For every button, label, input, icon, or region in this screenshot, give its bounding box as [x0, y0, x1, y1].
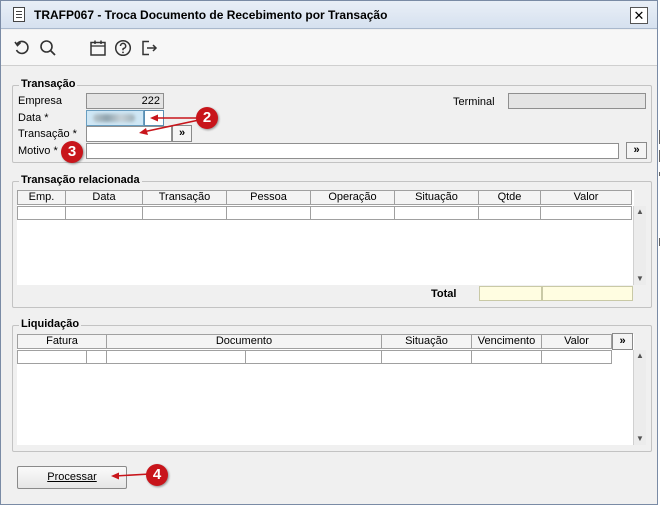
- edge-mark: [659, 238, 660, 246]
- scroll-down-icon[interactable]: ▼: [634, 433, 646, 445]
- motivo-field[interactable]: [86, 143, 619, 159]
- edge-mark: [659, 150, 660, 162]
- table-cell[interactable]: [66, 206, 143, 220]
- table-cell[interactable]: [246, 350, 382, 364]
- col-qtde[interactable]: Qtde: [479, 190, 541, 205]
- help-icon[interactable]: [114, 39, 132, 57]
- window-title: TRAFP067 - Troca Documento de Recebiment…: [34, 8, 388, 22]
- transacao-group-legend: Transação: [19, 78, 78, 90]
- empresa-label: Empresa: [18, 95, 63, 107]
- close-button[interactable]: ✕: [630, 7, 648, 24]
- scroll-down-icon[interactable]: ▼: [634, 273, 646, 285]
- annotation-badge-4: 4: [146, 464, 168, 486]
- table-cell[interactable]: [479, 206, 541, 220]
- transacao-relacionada-scrollbar[interactable]: ▲ ▼: [633, 206, 646, 285]
- annotation-badge-3: 3: [61, 141, 83, 163]
- col-vencimento[interactable]: Vencimento: [472, 334, 542, 349]
- transacao-label: Transação *: [18, 128, 77, 140]
- scroll-up-icon[interactable]: ▲: [634, 206, 646, 218]
- transacao-field[interactable]: [86, 126, 172, 142]
- col-transacao[interactable]: Transação: [143, 190, 227, 205]
- toolbar: [1, 30, 657, 66]
- col-pessoa[interactable]: Pessoa: [227, 190, 311, 205]
- blurred-date-value: [93, 114, 135, 122]
- total-valor-field: [542, 286, 633, 301]
- dialog-window: TRAFP067 - Troca Documento de Recebiment…: [0, 0, 658, 505]
- table-cell[interactable]: [395, 206, 479, 220]
- col-situacao[interactable]: Situação: [395, 190, 479, 205]
- data-field[interactable]: [86, 110, 144, 126]
- data-label: Data *: [18, 112, 49, 124]
- calendar-icon[interactable]: [89, 39, 107, 57]
- motivo-label: Motivo *: [18, 145, 58, 157]
- title-bar[interactable]: TRAFP067 - Troca Documento de Recebiment…: [1, 1, 657, 29]
- table-cell[interactable]: [143, 206, 227, 220]
- col-valor-liq[interactable]: Valor: [542, 334, 612, 349]
- liquidacao-scrollbar[interactable]: ▲ ▼: [633, 350, 646, 445]
- table-cell[interactable]: [311, 206, 395, 220]
- col-data[interactable]: Data: [66, 190, 143, 205]
- table-cell[interactable]: [541, 206, 632, 220]
- total-label: Total: [431, 288, 457, 300]
- annotation-badge-2: 2: [196, 107, 218, 129]
- table-cell[interactable]: [17, 206, 66, 220]
- background-window-edge: [659, 0, 666, 505]
- table-cell[interactable]: [382, 350, 472, 364]
- table-cell[interactable]: [472, 350, 542, 364]
- transacao-relacionada-legend: Transação relacionada: [19, 174, 142, 186]
- edge-mark: [659, 172, 660, 176]
- col-emp[interactable]: Emp.: [17, 190, 66, 205]
- table-cell[interactable]: [107, 350, 246, 364]
- document-icon: [13, 7, 25, 22]
- liquidacao-header: Fatura Documento Situação Vencimento Val…: [17, 334, 612, 349]
- motivo-lookup-button[interactable]: »: [626, 142, 647, 159]
- col-situacao-liq[interactable]: Situação: [382, 334, 472, 349]
- liquidacao-more-button[interactable]: »: [612, 333, 633, 350]
- col-operacao[interactable]: Operação: [311, 190, 395, 205]
- exit-icon[interactable]: [140, 39, 158, 57]
- table-row[interactable]: [17, 350, 612, 364]
- empresa-field: 222: [86, 93, 164, 109]
- transacao-relacionada-header: Emp. Data Transação Pessoa Operação Situ…: [17, 190, 632, 205]
- col-documento[interactable]: Documento: [107, 334, 382, 349]
- data-field-extra[interactable]: [144, 110, 164, 126]
- table-row[interactable]: [17, 206, 632, 220]
- col-fatura[interactable]: Fatura: [17, 334, 107, 349]
- liquidacao-legend: Liquidação: [19, 318, 82, 330]
- transacao-lookup-button[interactable]: »: [172, 125, 192, 142]
- scroll-up-icon[interactable]: ▲: [634, 350, 646, 362]
- processar-button-label: Processar: [47, 471, 97, 483]
- terminal-field: [508, 93, 646, 109]
- undo-icon[interactable]: [13, 39, 31, 57]
- terminal-label: Terminal: [453, 96, 495, 108]
- table-cell[interactable]: [227, 206, 311, 220]
- total-qtde-field: [479, 286, 542, 301]
- col-valor[interactable]: Valor: [541, 190, 632, 205]
- edge-mark: [659, 130, 660, 144]
- table-cell[interactable]: [87, 350, 107, 364]
- search-icon[interactable]: [39, 39, 57, 57]
- table-cell[interactable]: [542, 350, 612, 364]
- table-cell[interactable]: [17, 350, 87, 364]
- processar-button[interactable]: Processar: [17, 466, 127, 489]
